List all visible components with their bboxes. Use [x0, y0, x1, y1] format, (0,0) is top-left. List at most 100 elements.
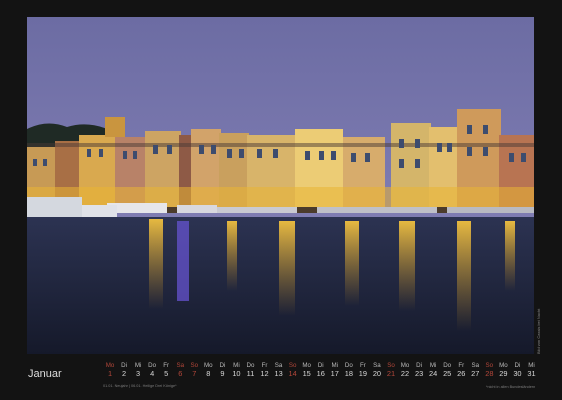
weekday-label: Mo [105, 362, 115, 369]
day-number: 27 [471, 369, 480, 378]
footnote: *nicht in allen Bundesländern [486, 385, 536, 389]
weekday-label: Mo [302, 362, 311, 369]
day-number: 28 [485, 369, 494, 378]
day-number: 3 [136, 369, 141, 378]
day-number: 2 [121, 369, 127, 378]
day-number: 6 [178, 369, 183, 378]
weekday-label: Sa [373, 362, 381, 369]
day-number: 19 [358, 369, 367, 378]
weekday-label: Di [416, 362, 423, 369]
weekday-label: Do [246, 362, 255, 369]
day-number: 12 [260, 369, 269, 378]
calendar-day: Di 23 [412, 362, 426, 379]
weekday-label: Fr [458, 362, 465, 369]
weekday-label: Fr [359, 362, 366, 369]
weekday-label: Mi [429, 362, 437, 369]
month-title: Januar [28, 368, 62, 380]
day-number: 21 [386, 369, 396, 378]
weekday-label: Di [121, 362, 127, 369]
weekday-label: Sa [176, 362, 185, 369]
weekday-label: Sa [274, 362, 283, 369]
day-number: 25 [443, 369, 452, 378]
day-number: 7 [192, 369, 197, 378]
day-number: 5 [164, 369, 169, 378]
weekday-label: Mo [499, 362, 508, 369]
day-number: 4 [150, 369, 155, 378]
day-number: 14 [288, 369, 297, 378]
calendar-day: Fr 26 [454, 362, 468, 379]
calendar-day: Mi 24 [426, 362, 440, 379]
calendar-day: Fr 19 [356, 362, 370, 379]
weekday-label: So [485, 362, 494, 369]
calendar-day: So 28 [482, 362, 496, 379]
day-number: 20 [372, 369, 382, 378]
calendar-day: Mi 10 [229, 362, 243, 379]
calendar-day: Mo 15 [300, 362, 314, 379]
calendar-day: Di 16 [314, 362, 328, 379]
weekday-label: Do [344, 362, 353, 369]
calendar-day: Fr 12 [258, 362, 272, 379]
day-number: 24 [429, 369, 438, 378]
weekday-label: Mi [233, 362, 240, 369]
weekday-label: Di [317, 362, 324, 369]
day-number: 8 [206, 369, 211, 378]
calendar-day: Do 11 [244, 362, 258, 379]
harbor-night-photo [27, 17, 534, 354]
calendar-day: Fr 5 [159, 362, 173, 379]
calendar-day: Di 30 [510, 362, 524, 379]
calendar-day: Mo 22 [398, 362, 412, 379]
day-number: 16 [316, 369, 325, 378]
weekday-label: Fr [261, 362, 268, 369]
calendar-day: Sa 20 [370, 362, 384, 379]
day-number: 15 [302, 369, 311, 378]
weekday-label: Mi [528, 362, 535, 369]
calendar-day: Mi 3 [131, 362, 145, 379]
day-number: 18 [344, 369, 353, 378]
weekday-label: So [190, 362, 199, 369]
day-number: 11 [246, 369, 255, 378]
day-number: 30 [513, 369, 522, 378]
calendar-day: Mi 31 [525, 362, 539, 379]
weekday-label: Do [148, 362, 157, 369]
weekday-label: So [288, 362, 297, 369]
calendar-day: Do 18 [342, 362, 356, 379]
weekday-label: Di [514, 362, 521, 369]
calendar-photo [27, 17, 534, 354]
weekday-label: Mi [134, 362, 142, 369]
day-number: 13 [274, 369, 283, 378]
calendar-day: Do 25 [440, 362, 454, 379]
day-number: 23 [414, 369, 424, 378]
calendar-day: Mi 17 [328, 362, 342, 379]
calendar-day: Mo 8 [201, 362, 215, 379]
calendar-day: Sa 6 [173, 362, 187, 379]
calendar-day: Mo 1 [103, 362, 117, 379]
day-number: 26 [457, 369, 466, 378]
weekday-label: Mo [400, 362, 410, 369]
day-number: 9 [220, 369, 225, 378]
weekday-label: Mi [331, 362, 339, 369]
day-number: 10 [232, 369, 241, 378]
calendar-day: Sa 27 [468, 362, 482, 379]
weekday-label: So [387, 362, 395, 369]
calendar-day: Sa 13 [272, 362, 286, 379]
weekday-label: Fr [163, 362, 170, 369]
day-number: 31 [527, 369, 536, 378]
day-number: 22 [400, 369, 410, 378]
calendar-day: Di 2 [117, 362, 131, 379]
calendar-day: So 21 [384, 362, 398, 379]
calendar-day: So 7 [187, 362, 201, 379]
day-number: 29 [499, 369, 508, 378]
photo-credit-text: Bild von Cassis bei Nacht [536, 308, 541, 354]
calendar-day: So 14 [286, 362, 300, 379]
weekday-label: Mo [204, 362, 213, 369]
day-number: 1 [107, 369, 113, 378]
day-number: 17 [330, 369, 339, 378]
weekday-label: Sa [471, 362, 480, 369]
calendar-day: Do 4 [145, 362, 159, 379]
calendar-day: Di 9 [215, 362, 229, 379]
photo-credit: Bild von Cassis bei Nacht [536, 300, 546, 354]
calendar-day: Mo 29 [496, 362, 510, 379]
weekday-label: Di [219, 362, 226, 369]
weekday-label: Do [443, 362, 452, 369]
holiday-note: 01.01. Neujahr | 06.01. Heilige Drei Kön… [103, 384, 177, 388]
